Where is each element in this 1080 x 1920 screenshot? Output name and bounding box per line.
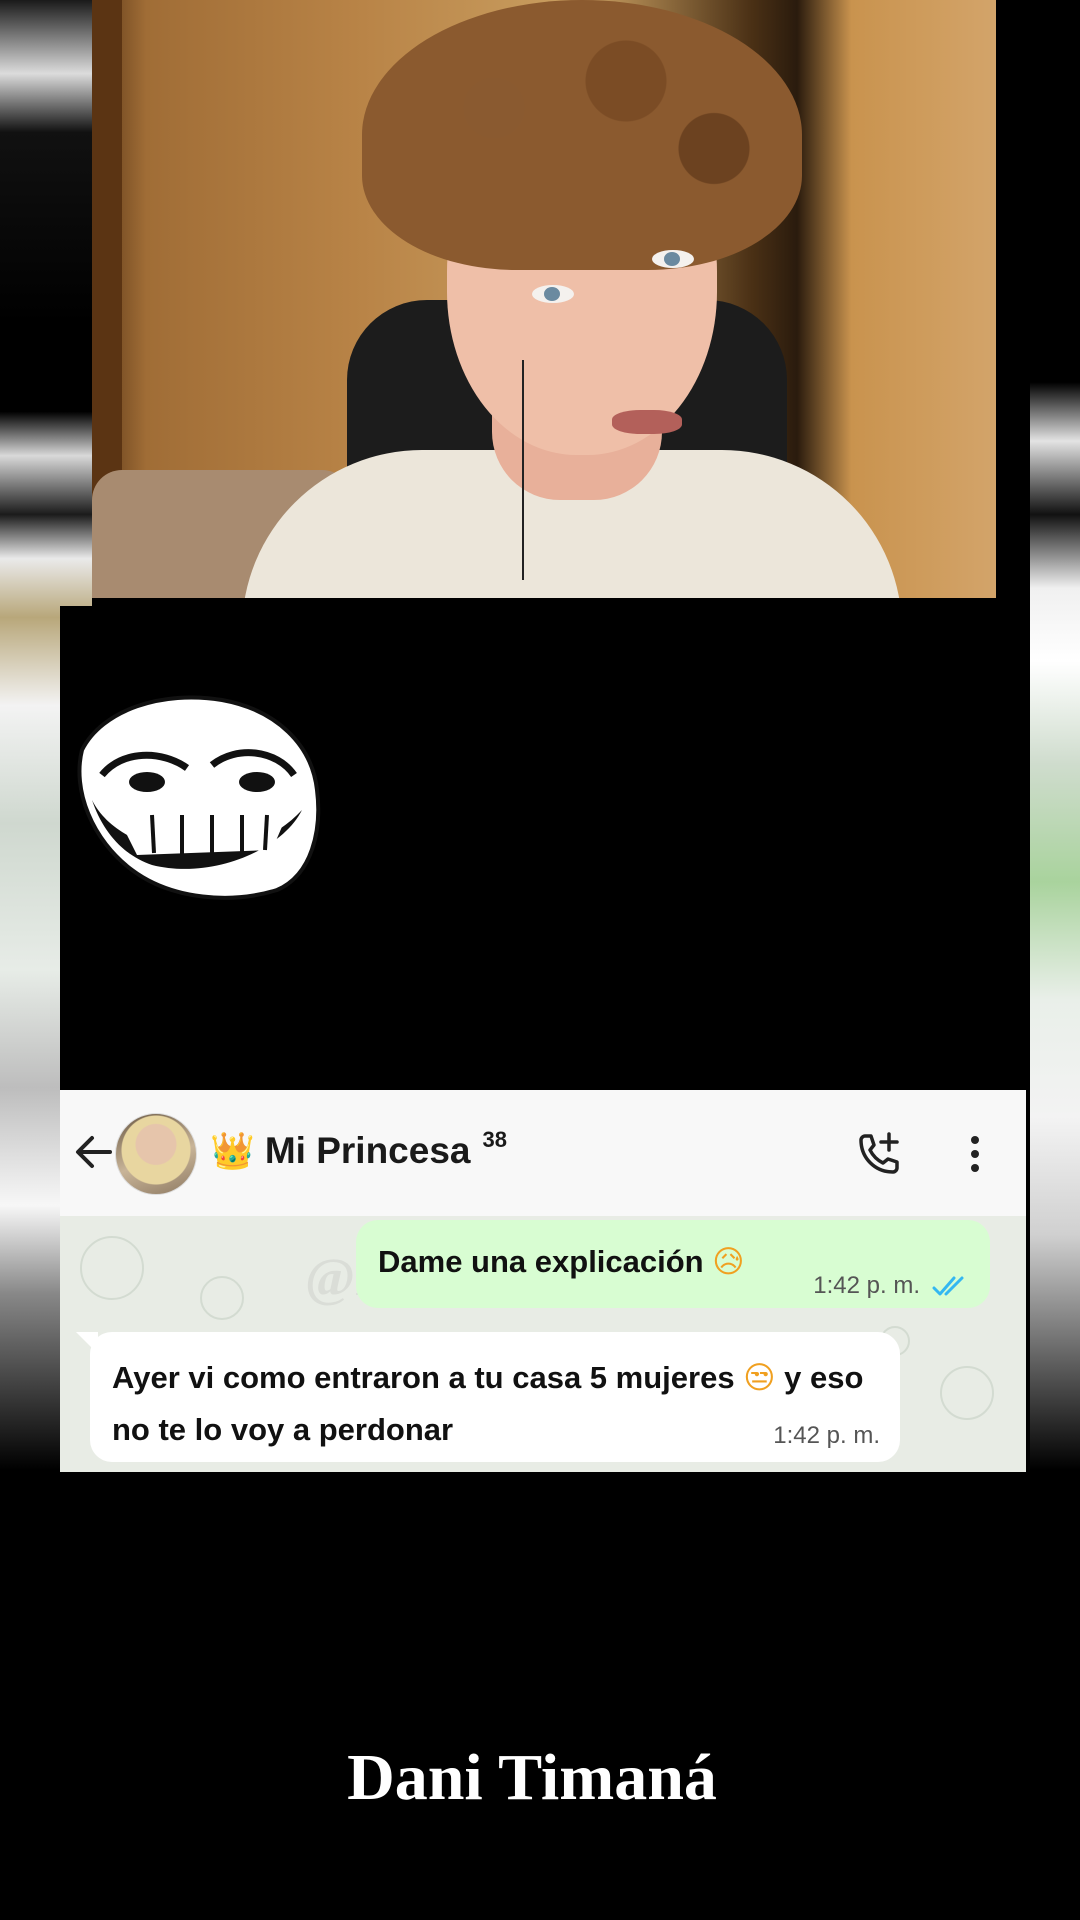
more-vert-icon[interactable] xyxy=(965,1130,985,1178)
blurred-backdrop-right xyxy=(1030,0,1080,1470)
earphone-cable xyxy=(522,360,524,580)
chat-body[interactable]: @Dani Timaná Dame una explicación 😥 1:42… xyxy=(60,1216,1026,1472)
wallpaper-doodle xyxy=(80,1236,144,1300)
mouth xyxy=(612,410,682,434)
unamused-emoji: 😒 xyxy=(743,1360,776,1396)
outgoing-message[interactable]: Dame una explicación 😥 1:42 p. m. xyxy=(356,1220,990,1308)
wallpaper-doodle xyxy=(940,1366,994,1420)
curly-hair xyxy=(362,0,802,270)
contact-name[interactable]: 👑 Mi Princesa 38 xyxy=(210,1127,507,1172)
message-time: 1:42 p. m. xyxy=(773,1422,880,1449)
crown-emoji: 👑 xyxy=(210,1130,255,1171)
webcam-video xyxy=(92,0,996,598)
contact-superscript: 38 xyxy=(482,1127,507,1152)
message-text: Dame una explicación 😥 xyxy=(378,1244,745,1280)
chat-header: 👑 Mi Princesa 38 xyxy=(60,1090,1026,1216)
back-arrow-icon[interactable] xyxy=(70,1128,118,1176)
troll-face-sticker xyxy=(77,695,321,900)
incoming-message[interactable]: Ayer vi como entraron a tu casa 5 mujere… xyxy=(76,1332,900,1462)
right-eye xyxy=(652,250,694,268)
wallpaper-doodle xyxy=(200,1276,244,1320)
sad-relieved-emoji: 😥 xyxy=(712,1244,745,1280)
message-time: 1:42 p. m. xyxy=(813,1272,920,1299)
contact-avatar[interactable] xyxy=(115,1113,197,1195)
contact-name-text: Mi Princesa xyxy=(264,1130,471,1171)
left-eye xyxy=(532,285,574,303)
add-call-icon[interactable] xyxy=(855,1130,903,1178)
creator-caption: Dani Timaná xyxy=(347,1741,717,1814)
double-check-icon xyxy=(932,1276,964,1296)
